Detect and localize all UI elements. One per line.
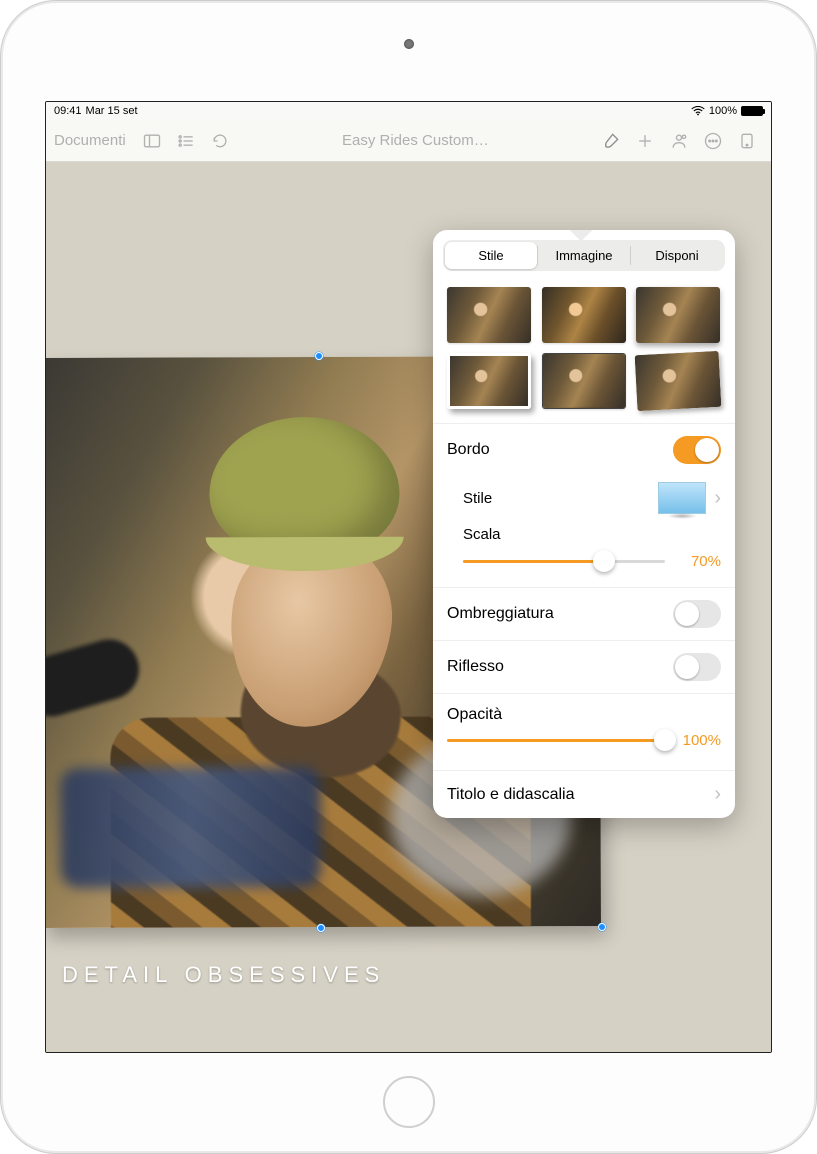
undo-button[interactable] <box>204 127 236 155</box>
page-caption-text: DETAIL OBSESSIVES <box>62 962 385 988</box>
tab-style[interactable]: Stile <box>445 242 537 269</box>
tab-arrange[interactable]: Disponi <box>631 242 723 269</box>
resize-handle[interactable] <box>598 923 606 931</box>
documents-back-button[interactable]: Documenti <box>54 132 134 149</box>
more-button[interactable] <box>697 127 729 155</box>
style-preset[interactable] <box>447 353 531 409</box>
style-preset[interactable] <box>542 287 626 343</box>
border-style-swatch <box>658 482 706 514</box>
opacity-value: 100% <box>675 732 721 749</box>
resize-handle[interactable] <box>315 352 323 360</box>
chevron-right-icon: › <box>714 783 721 806</box>
insert-button[interactable] <box>629 127 661 155</box>
border-scale-slider[interactable] <box>463 549 665 573</box>
undo-icon <box>210 131 230 151</box>
status-time: 09:41 <box>54 105 82 117</box>
screen: 09:41 Mar 15 set 100% Documenti <box>45 101 772 1053</box>
plus-icon <box>635 131 655 151</box>
border-style-row[interactable]: Stile › <box>433 476 735 520</box>
wifi-icon <box>691 106 705 116</box>
ellipsis-circle-icon <box>703 131 723 151</box>
title-caption-label: Titolo e didascalia <box>447 786 706 804</box>
border-scale-label: Scala <box>463 526 721 543</box>
panel-icon <box>142 131 162 151</box>
border-toggle[interactable] <box>673 436 721 464</box>
page-icon <box>737 131 757 151</box>
shadow-label: Ombreggiatura <box>447 605 673 623</box>
style-preset[interactable] <box>542 353 626 409</box>
shadow-toggle[interactable] <box>673 600 721 628</box>
battery-icon <box>741 106 763 116</box>
border-label: Bordo <box>447 441 673 459</box>
style-preset[interactable] <box>447 287 531 343</box>
document-canvas[interactable]: DETAIL OBSESSIVES Stile Immagine Disponi <box>46 162 771 1052</box>
border-style-label: Stile <box>463 490 658 507</box>
resize-handle[interactable] <box>317 924 325 932</box>
shadow-row: Ombreggiatura <box>433 587 735 640</box>
opacity-row: Opacità 100% <box>433 693 735 770</box>
style-presets-grid <box>433 281 735 423</box>
style-preset[interactable] <box>635 351 722 411</box>
list-icon <box>176 131 196 151</box>
border-row: Bordo <box>433 423 735 476</box>
collaborate-button[interactable] <box>663 127 695 155</box>
reflection-row: Riflesso <box>433 640 735 693</box>
collaborate-icon <box>669 131 689 151</box>
title-caption-row[interactable]: Titolo e didascalia › <box>433 770 735 818</box>
outline-button[interactable] <box>170 127 202 155</box>
style-preset[interactable] <box>636 287 720 343</box>
format-brush-button[interactable] <box>595 127 627 155</box>
tab-image[interactable]: Immagine <box>538 242 630 269</box>
home-button[interactable] <box>383 1076 435 1128</box>
format-popover: Stile Immagine Disponi Bordo <box>433 230 735 818</box>
presenter-button[interactable] <box>731 127 763 155</box>
chevron-right-icon: › <box>714 487 721 510</box>
format-tabs: Stile Immagine Disponi <box>443 240 725 271</box>
border-scale-value: 70% <box>675 553 721 570</box>
border-scale-row: Scala <box>433 520 735 543</box>
reflection-label: Riflesso <box>447 658 673 676</box>
sidebar-toggle-button[interactable] <box>136 127 168 155</box>
document-title[interactable]: Easy Rides Custom… <box>342 132 489 149</box>
border-scale-slider-row: 70% <box>433 543 735 587</box>
status-bar: 09:41 Mar 15 set 100% <box>46 102 771 120</box>
paintbrush-icon <box>601 131 621 151</box>
front-camera <box>404 39 414 49</box>
status-battery-pct: 100% <box>709 105 737 117</box>
app-toolbar: Documenti Easy Rides Custom… <box>46 120 771 162</box>
opacity-label: Opacità <box>447 706 502 723</box>
ipad-frame: 09:41 Mar 15 set 100% Documenti <box>0 0 817 1154</box>
opacity-slider[interactable] <box>447 728 665 752</box>
reflection-toggle[interactable] <box>673 653 721 681</box>
status-date: Mar 15 set <box>86 105 138 117</box>
